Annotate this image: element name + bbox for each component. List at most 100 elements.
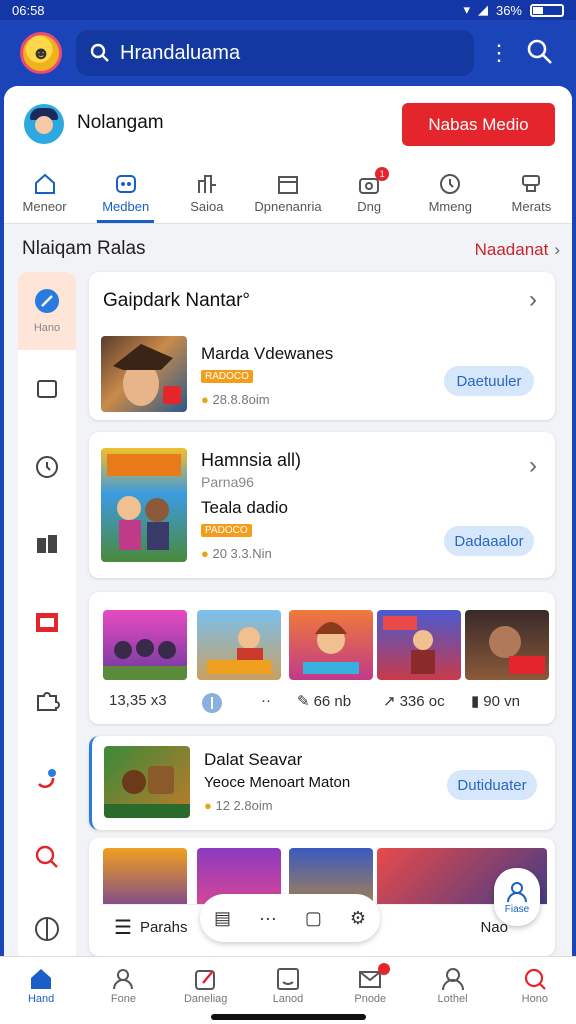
- profile-row: Nolangam Nabas Medio: [4, 86, 572, 164]
- grid-thumbnail[interactable]: [197, 610, 281, 680]
- gamepad-icon: [115, 175, 136, 193]
- floating-toolbar: ▤ ··· ▢ ⚙: [200, 894, 380, 942]
- game-thumbnail[interactable]: [104, 746, 190, 818]
- signal-icon: ◢: [477, 2, 488, 17]
- search-query: Hrandaluama: [120, 41, 241, 64]
- edit-icon: [194, 969, 215, 990]
- coin-icon: ●: [201, 392, 213, 407]
- game-thumbnail[interactable]: [101, 448, 187, 562]
- user-icon: [441, 967, 464, 990]
- camera-icon[interactable]: ⚙: [350, 908, 366, 929]
- list-icon: ☰: [114, 917, 132, 939]
- tab-mmeng[interactable]: Mmeng: [410, 164, 491, 223]
- grid-thumbnail[interactable]: [465, 610, 549, 680]
- wifi-icon: ▾: [463, 2, 470, 17]
- grid-stat: ··: [261, 692, 271, 709]
- rail-item-link[interactable]: [18, 740, 76, 818]
- cta-button[interactable]: Nabas Medio: [402, 103, 555, 146]
- tab-merats[interactable]: Merats: [491, 164, 572, 223]
- globe-icon: [35, 917, 59, 941]
- rail-item-search[interactable]: [18, 818, 76, 896]
- avatar[interactable]: [24, 104, 64, 144]
- clock-icon: [36, 456, 58, 478]
- frame-icon[interactable]: ▢: [305, 908, 322, 929]
- grid-thumbnail[interactable]: [289, 610, 373, 680]
- tab-dpnenanria[interactable]: Dpnenanria: [247, 164, 328, 223]
- nav-item-hono[interactable]: Hono: [494, 957, 576, 1024]
- chevron-right-icon[interactable]: ›: [529, 452, 537, 480]
- pen-icon: ✎: [297, 693, 310, 710]
- category-badge: RADOCO: [201, 370, 253, 383]
- game-meta: ● 28.8.8oim: [201, 392, 270, 407]
- rail-item-globe[interactable]: [18, 896, 76, 956]
- app-bar: ☻ Hrandaluama ⋮: [0, 20, 576, 86]
- nav-item-fone[interactable]: Fone: [82, 957, 164, 1024]
- more-options-icon[interactable]: ⋮: [488, 40, 510, 66]
- download-button[interactable]: Dadaaalor: [444, 526, 534, 556]
- chart-icon: [197, 175, 216, 193]
- game-grid-card: 13,35 x3 ·· ✎ 66 nb ↗ 336 oc ▮ 90 vn: [89, 592, 555, 724]
- book-icon: [37, 535, 57, 553]
- featured-card[interactable]: Gaipdark Nantar° › Marda Vdewanes RADOCO…: [89, 272, 555, 420]
- rail-item-hano[interactable]: Hano: [18, 272, 76, 350]
- rail-item-square[interactable]: [18, 350, 76, 428]
- side-rail: Hano: [18, 272, 76, 956]
- tab-meneor[interactable]: Meneor: [4, 164, 85, 223]
- main-panel: Nolangam Nabas Medio Meneor Medben Saioa…: [4, 86, 572, 956]
- notification-badge: [378, 963, 391, 975]
- tab-saioa[interactable]: Saioa: [166, 164, 247, 223]
- grid-stat: ↗ 336 oc: [383, 692, 445, 711]
- puzzle-icon: [37, 692, 60, 711]
- calendar-icon: [277, 176, 298, 194]
- battery-icon: [530, 3, 564, 17]
- nav-item-hand[interactable]: Hand: [0, 957, 82, 1024]
- app-logo[interactable]: ☻: [20, 32, 62, 74]
- search-icon: [524, 968, 546, 990]
- game-name: Dalat Seavar: [204, 750, 303, 769]
- link-icon: [38, 769, 56, 789]
- home-indicator: [211, 1014, 366, 1020]
- username: Nolangam: [77, 112, 164, 133]
- layers-icon[interactable]: ▤: [214, 908, 231, 929]
- search-icon[interactable]: [526, 38, 554, 66]
- status-time: 06:58: [12, 2, 45, 18]
- notification-badge: 1: [375, 167, 390, 181]
- search-icon: [35, 845, 58, 868]
- rail-item-clock[interactable]: [18, 428, 76, 506]
- more-dots[interactable]: ···: [259, 908, 277, 929]
- coin-icon: ●: [201, 546, 213, 561]
- search-icon: [90, 43, 109, 62]
- trophy-icon: [522, 175, 541, 192]
- chevron-right-icon: ›: [554, 240, 560, 259]
- grid-stat: 13,35 x3: [109, 692, 167, 709]
- game-thumbnail[interactable]: [101, 336, 187, 412]
- game-card[interactable]: Hamnsia all) Parna96 › Teala dadio PADOC…: [89, 432, 555, 578]
- rail-item-image[interactable]: [18, 584, 76, 662]
- download-button[interactable]: Dutiduater: [447, 770, 537, 800]
- game-name: Teala dadio: [201, 498, 288, 517]
- game-name: Marda Vdewanes: [201, 344, 334, 363]
- grid-stat: ✎ 66 nb: [297, 692, 352, 711]
- battery-percent: 36%: [495, 2, 522, 18]
- rail-item-book[interactable]: [18, 506, 76, 584]
- section-see-all-link[interactable]: Naadanat ›: [475, 240, 560, 260]
- chevron-right-icon[interactable]: ›: [529, 286, 537, 314]
- game-card[interactable]: Dalat Seavar Yeoce Menoart Maton ● 12 2.…: [89, 736, 555, 830]
- feather-icon: [35, 289, 59, 313]
- quick-actions-label[interactable]: Parahs: [140, 919, 188, 936]
- arrow-icon: ↗: [383, 693, 396, 710]
- rail-item-puzzle[interactable]: [18, 662, 76, 740]
- search-input[interactable]: Hrandaluama: [76, 30, 474, 76]
- tab-dng[interactable]: 1 Dng: [329, 164, 410, 223]
- nav-item-lothel[interactable]: Lothel: [411, 957, 493, 1024]
- grid-stat: ▮ 90 vn: [471, 692, 520, 711]
- grid-thumbnail[interactable]: [103, 610, 187, 680]
- download-button[interactable]: Daetuuler: [444, 366, 534, 396]
- home-icon: [31, 968, 52, 989]
- home-icon: [34, 173, 55, 194]
- grid-thumbnail[interactable]: [377, 610, 461, 680]
- game-meta: ● 20 3.3.Nin: [201, 546, 272, 561]
- grid-stat: [201, 692, 223, 714]
- floating-action-button[interactable]: Fiase: [494, 868, 540, 926]
- tab-medben[interactable]: Medben: [85, 164, 166, 223]
